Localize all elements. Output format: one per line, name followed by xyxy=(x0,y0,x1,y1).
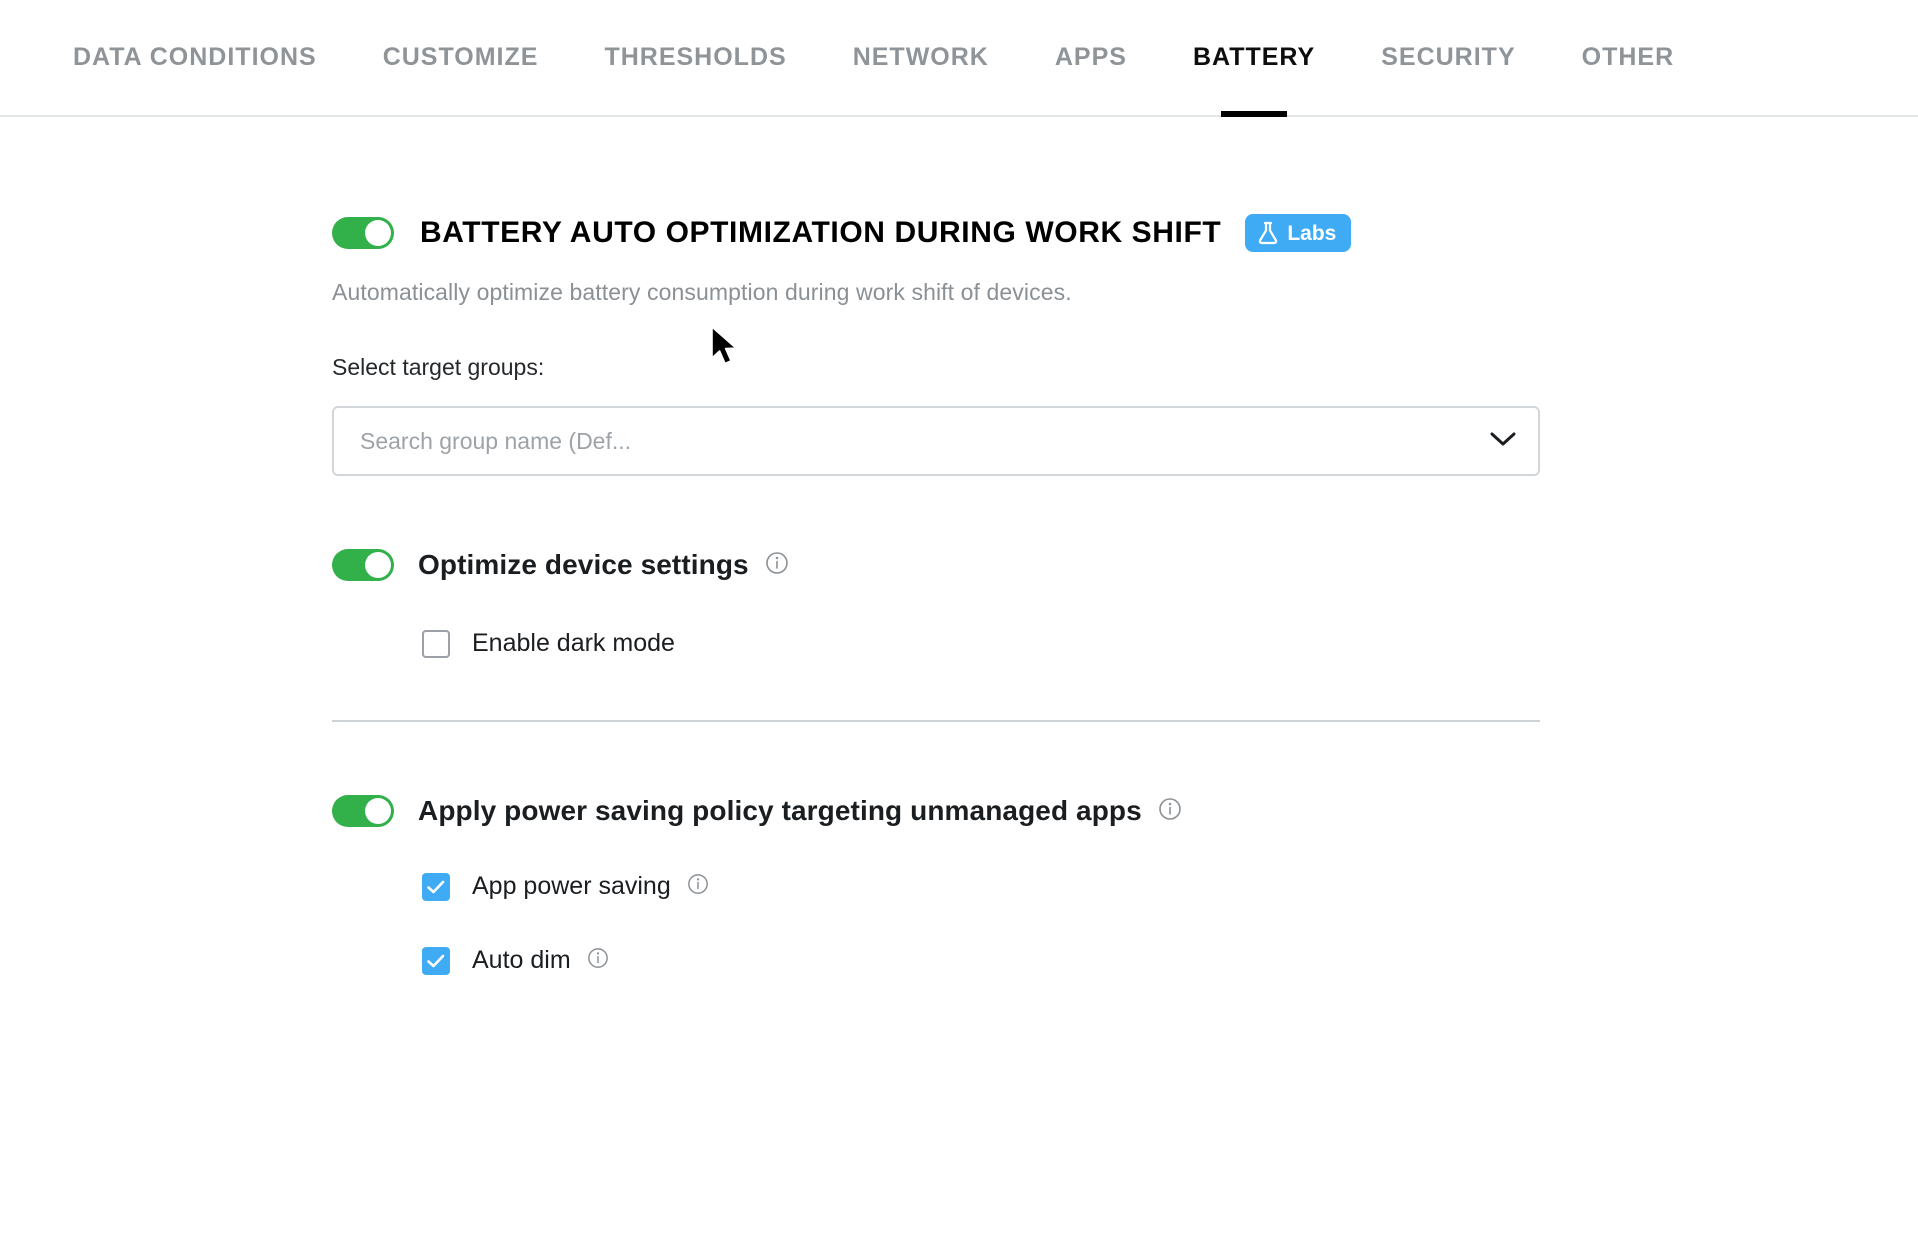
page-title: Battery auto optimization during work sh… xyxy=(420,216,1222,249)
enable-dark-mode-label: Enable dark mode xyxy=(472,629,675,657)
active-tab-indicator xyxy=(1221,111,1288,117)
tab-label: DATA CONDITIONS xyxy=(73,43,317,71)
enable-dark-mode-checkbox[interactable] xyxy=(422,629,450,658)
checkbox-row-app-power-saving[interactable]: App power saving xyxy=(422,872,1918,901)
section-divider xyxy=(332,720,1540,722)
info-icon[interactable] xyxy=(587,947,609,974)
labs-badge: Labs xyxy=(1245,214,1352,252)
tab-label: APPS xyxy=(1054,43,1127,71)
tab-battery[interactable]: BATTERY xyxy=(1160,0,1348,117)
tab-thresholds[interactable]: THRESHOLDS xyxy=(571,0,819,115)
labs-badge-label: Labs xyxy=(1287,221,1337,245)
tab-label: CUSTOMIZE xyxy=(382,43,539,71)
battery-settings-panel: Battery auto optimization during work sh… xyxy=(0,214,1918,975)
section-description: Automatically optimize battery consumpti… xyxy=(332,279,1072,305)
tab-label: BATTERY xyxy=(1192,43,1316,71)
tab-label: THRESHOLDS xyxy=(604,43,787,71)
info-icon[interactable] xyxy=(687,873,709,900)
info-icon[interactable] xyxy=(1158,797,1182,826)
checkbox-row-enable-dark-mode[interactable]: Enable dark mode xyxy=(422,629,1918,658)
auto-dim-label: Auto dim xyxy=(472,946,571,974)
optimize-device-settings-toggle[interactable] xyxy=(332,549,394,581)
tab-other[interactable]: OTHER xyxy=(1549,0,1708,115)
toggle-knob xyxy=(365,220,391,246)
settings-tab-bar: DATA CONDITIONS CUSTOMIZE THRESHOLDS NET… xyxy=(0,0,1918,117)
tab-label: NETWORK xyxy=(852,43,989,71)
battery-auto-optimization-toggle[interactable] xyxy=(332,217,394,249)
tab-security[interactable]: SECURITY xyxy=(1348,0,1548,115)
flask-icon xyxy=(1257,221,1279,245)
search-group-placeholder: Search group name (Def... xyxy=(360,427,632,454)
battery-auto-optimization-header: Battery auto optimization during work sh… xyxy=(332,214,1918,252)
tab-customize[interactable]: CUSTOMIZE xyxy=(350,0,572,115)
power-saving-policy-row: Apply power saving policy targeting unma… xyxy=(332,795,1918,827)
target-groups-label: Select target groups: xyxy=(332,354,545,380)
tab-network[interactable]: NETWORK xyxy=(820,0,1022,115)
optimize-device-settings-row: Optimize device settings xyxy=(332,549,1918,581)
app-power-saving-label: App power saving xyxy=(472,872,671,900)
auto-dim-checkbox[interactable] xyxy=(422,946,450,975)
tab-label: OTHER xyxy=(1581,43,1675,71)
checkbox-row-auto-dim[interactable]: Auto dim xyxy=(422,946,1918,975)
power-saving-policy-label: Apply power saving policy targeting unma… xyxy=(418,795,1142,826)
chevron-down-icon[interactable] xyxy=(1490,431,1516,452)
tab-label: SECURITY xyxy=(1381,43,1516,71)
target-groups-select[interactable]: Search group name (Def... xyxy=(332,406,1540,476)
toggle-knob xyxy=(365,552,391,578)
tab-apps[interactable]: APPS xyxy=(1022,0,1160,115)
toggle-knob xyxy=(365,798,391,824)
app-power-saving-checkbox[interactable] xyxy=(422,872,450,901)
power-saving-policy-toggle[interactable] xyxy=(332,795,394,827)
tab-data-conditions[interactable]: DATA CONDITIONS xyxy=(40,0,350,115)
info-icon[interactable] xyxy=(765,551,789,580)
optimize-device-settings-label: Optimize device settings xyxy=(418,549,749,580)
